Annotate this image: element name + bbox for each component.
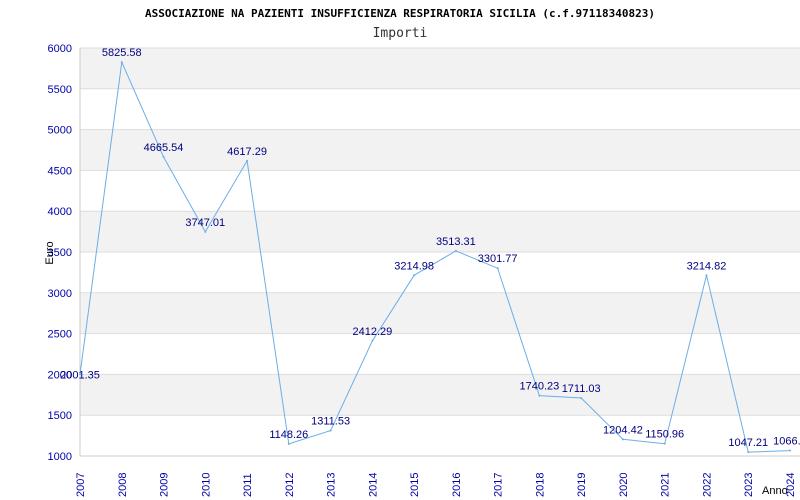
- x-tick-label: 2021: [660, 473, 672, 497]
- x-tick-label: 2013: [326, 473, 338, 497]
- x-tick-label: 2018: [534, 473, 546, 497]
- data-point: [663, 442, 666, 445]
- data-label: 1148.26: [269, 429, 308, 441]
- grid-band: [80, 292, 800, 334]
- data-point: [621, 438, 624, 441]
- grid-band: [80, 48, 800, 89]
- x-tick-label: 2008: [117, 473, 129, 497]
- line-chart: 1000150020002500300035004000450050005500…: [44, 7, 800, 497]
- y-tick-label: 5500: [48, 84, 72, 96]
- y-tick-label: 3000: [48, 288, 72, 300]
- data-label: 2001.35: [60, 369, 100, 381]
- data-point: [789, 449, 791, 452]
- y-tick-label: 2500: [48, 329, 72, 341]
- data-label: 1047.21: [728, 437, 768, 449]
- data-point: [371, 339, 374, 342]
- x-tick-label: 2022: [701, 473, 713, 497]
- x-tick-label: 2020: [618, 473, 630, 497]
- x-tick-label: 2007: [75, 473, 87, 497]
- data-label: 3214.82: [687, 260, 727, 272]
- data-point: [580, 396, 583, 399]
- data-point: [162, 155, 165, 158]
- data-point: [705, 274, 708, 277]
- x-tick-label: 2014: [367, 473, 379, 497]
- y-tick-label: 5000: [48, 125, 72, 137]
- data-point: [454, 249, 457, 252]
- data-point: [329, 429, 332, 432]
- data-label: 1150.96: [645, 429, 684, 441]
- grid-bands: [80, 48, 800, 416]
- data-label: 3214.98: [394, 260, 434, 272]
- data-label: 4665.54: [144, 142, 184, 154]
- y-tick-label: 4500: [48, 165, 72, 177]
- x-tick-label: 2015: [409, 473, 421, 497]
- data-point: [120, 61, 123, 64]
- x-tick-label: 2009: [159, 473, 171, 497]
- data-label: 1311.53: [311, 416, 350, 428]
- data-point: [246, 159, 249, 162]
- data-label: 1740.23: [520, 381, 560, 393]
- data-point: [747, 451, 750, 454]
- data-label: 3513.31: [436, 236, 476, 248]
- data-label: 1066.7: [773, 436, 800, 448]
- data-label: 1711.03: [562, 383, 601, 395]
- x-axis-label: Anno: [762, 485, 788, 497]
- data-point: [287, 442, 290, 445]
- data-point: [204, 230, 207, 233]
- x-tick-label: 2012: [284, 473, 296, 497]
- data-label: 1204.42: [603, 424, 643, 436]
- data-label: 5825.58: [102, 47, 142, 59]
- chart-subtitle: Importi: [373, 26, 428, 41]
- y-tick-label: 1500: [48, 410, 72, 422]
- y-tick-label: 6000: [48, 43, 72, 55]
- x-tick-label: 2023: [743, 473, 755, 497]
- grid-band: [80, 374, 800, 416]
- data-label: 4617.29: [227, 146, 267, 158]
- x-axis-ticks: 2007 2008 2009 2010 2011 2012 2013 2014 2015 2016…: [75, 473, 797, 497]
- data-point: [413, 274, 416, 277]
- x-tick-label: 2011: [242, 473, 254, 497]
- data-label: 2412.29: [352, 326, 392, 338]
- x-tick-label: 2016: [451, 473, 463, 497]
- x-tick-label: 2010: [200, 473, 212, 497]
- chart-title: ASSOCIAZIONE NA PAZIENTI INSUFFICIENZA R…: [145, 7, 655, 20]
- data-label: 3301.77: [478, 253, 518, 265]
- data-label: 3747.01: [185, 217, 225, 229]
- grid-band: [80, 129, 800, 171]
- x-tick-label: 2017: [493, 473, 505, 497]
- y-axis-label: Euro: [44, 241, 56, 264]
- y-tick-label: 1000: [48, 451, 72, 463]
- x-tick-label: 2019: [576, 473, 588, 497]
- data-point: [496, 267, 499, 270]
- y-tick-label: 4000: [48, 206, 72, 218]
- data-point: [538, 394, 541, 397]
